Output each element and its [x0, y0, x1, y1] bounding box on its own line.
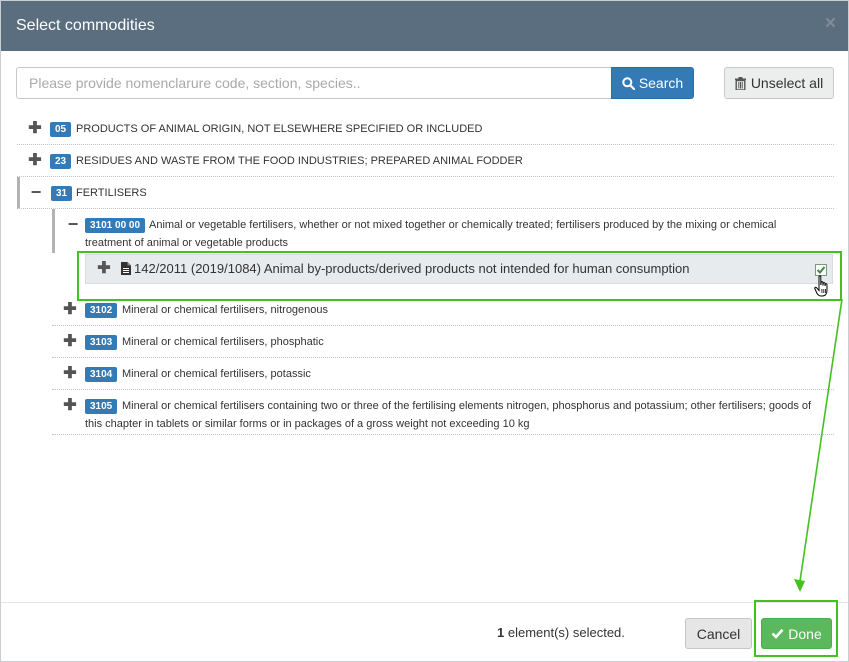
hand-cursor-icon: [814, 275, 828, 297]
annotation-arrow: [794, 299, 843, 592]
expand-icon[interactable]: ✚: [63, 366, 77, 382]
search-input[interactable]: [16, 67, 612, 99]
collapse-icon[interactable]: −: [66, 215, 80, 233]
checkmark-icon: [816, 266, 826, 274]
section-label: RESIDUES AND WASTE FROM THE FOOD INDUSTR…: [76, 155, 523, 167]
modal-title: Select commodities: [16, 17, 155, 34]
heading-code-badge: 3101 00 00: [85, 218, 146, 233]
heading-label-line1: Mineral or chemical fertilisers containi…: [122, 400, 812, 412]
tree-node-section-05[interactable]: ✚ 05 PRODUCTS OF ANIMAL ORIGIN, NOT ELSE…: [17, 113, 834, 145]
heading-code-badge: 3105: [85, 399, 118, 414]
section-label: PRODUCTS OF ANIMAL ORIGIN, NOT ELSEWHERE…: [76, 123, 483, 135]
expand-icon[interactable]: ✚: [63, 334, 77, 350]
selection-summary: 1 element(s) selected.: [497, 625, 625, 640]
heading-label-line2: this chapter in tablets or similar forms…: [85, 418, 530, 430]
heading-code-badge: 3103: [85, 335, 118, 350]
heading-code-badge: 3104: [85, 367, 118, 382]
unselect-all-button[interactable]: Unselect all: [724, 67, 834, 99]
done-button-label: Done: [788, 625, 822, 642]
tree-leaf-142-2011[interactable]: ✚ 142/2011 (2019/1084) Animal by-product…: [85, 254, 833, 284]
trash-icon: [734, 76, 746, 90]
search-button[interactable]: Search: [611, 67, 694, 99]
tree-node-3102[interactable]: ✚ 3102 Mineral or chemical fertilisers, …: [52, 294, 834, 326]
tree-node-section-23[interactable]: ✚ 23 RESIDUES AND WASTE FROM THE FOOD IN…: [17, 145, 834, 177]
section-code-badge: 31: [51, 186, 73, 201]
tree-node-3105[interactable]: ✚ 3105 Mineral or chemical fertilisers c…: [52, 390, 834, 435]
cancel-button[interactable]: Cancel: [685, 618, 752, 649]
done-button[interactable]: Done: [761, 618, 832, 649]
expand-icon[interactable]: ✚: [28, 153, 42, 169]
selected-suffix: element(s) selected.: [504, 625, 625, 640]
search-icon: [622, 76, 635, 90]
heading-label: Mineral or chemical fertilisers, phospha…: [122, 336, 324, 348]
close-icon[interactable]: ×: [825, 14, 836, 34]
heading-label-line2: treatment of animal or vegetable product…: [85, 237, 289, 249]
heading-code-badge: 3102: [85, 303, 118, 318]
select-commodities-modal: Select commodities × Search Unselect all…: [0, 0, 849, 662]
heading-label: Mineral or chemical fertilisers, nitroge…: [122, 304, 329, 316]
search-button-label: Search: [638, 75, 684, 91]
section-label: FERTILISERS: [76, 187, 147, 199]
expand-icon[interactable]: ✚: [63, 302, 77, 318]
section-code-badge: 05: [50, 122, 72, 137]
expand-icon[interactable]: ✚: [97, 261, 111, 277]
modal-header: Select commodities ×: [1, 1, 848, 51]
tree-node-3103[interactable]: ✚ 3103 Mineral or chemical fertilisers, …: [52, 326, 834, 358]
modal-footer-divider: [1, 602, 848, 603]
section-code-badge: 23: [50, 154, 72, 169]
checkmark-icon: [771, 628, 784, 639]
expand-icon[interactable]: ✚: [28, 121, 42, 137]
unselect-all-label: Unselect all: [750, 75, 824, 91]
document-icon: [121, 262, 131, 275]
tree-node-3101-00-00[interactable]: − 3101 00 00 Animal or vegetable fertili…: [52, 209, 834, 253]
tree-node-3104[interactable]: ✚ 3104 Mineral or chemical fertilisers, …: [52, 358, 834, 390]
heading-label: Mineral or chemical fertilisers, potassi…: [122, 368, 311, 380]
expand-icon[interactable]: ✚: [63, 398, 77, 414]
heading-label-line1: Animal or vegetable fertilisers, whether…: [149, 219, 777, 231]
leaf-label: 142/2011 (2019/1084) Animal by-products/…: [134, 261, 690, 276]
collapse-icon[interactable]: −: [29, 183, 43, 201]
tree-node-section-31[interactable]: − 31 FERTILISERS: [17, 177, 834, 209]
